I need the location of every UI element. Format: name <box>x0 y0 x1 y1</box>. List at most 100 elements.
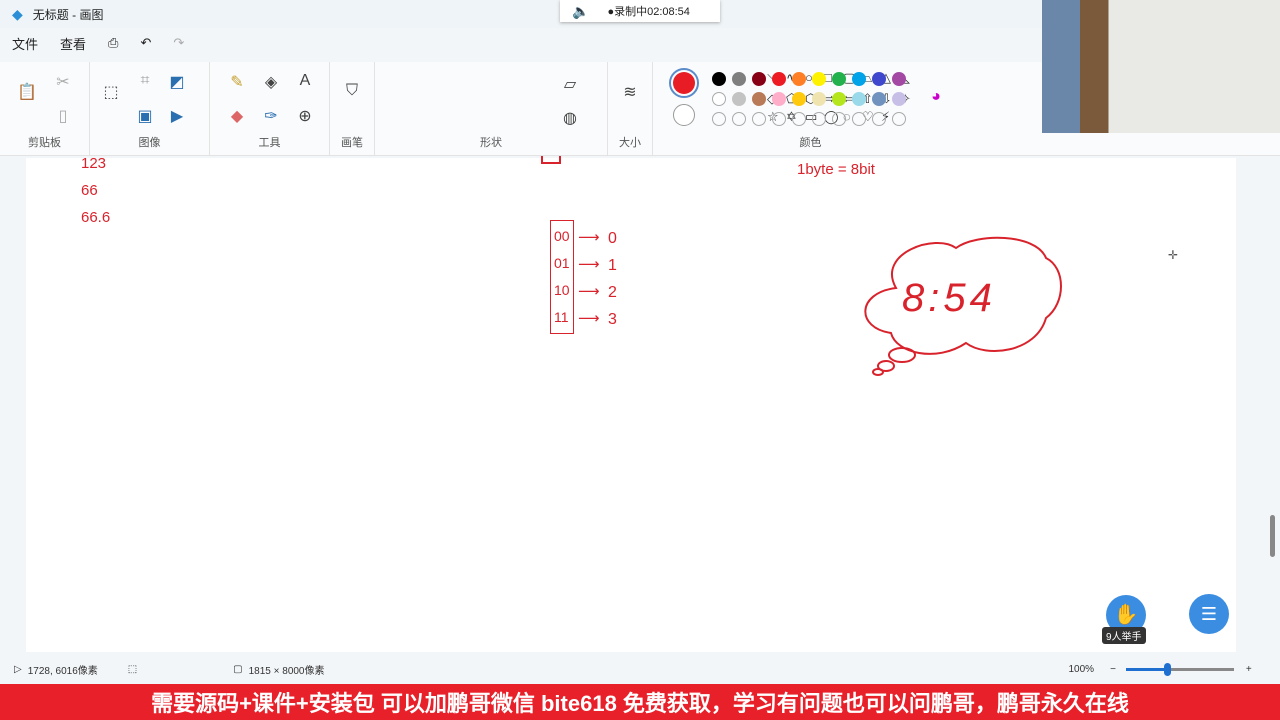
outline-icon[interactable]: ▱ <box>559 74 581 94</box>
color-swatch[interactable] <box>772 112 786 126</box>
undo-icon[interactable]: ↶ <box>140 35 151 51</box>
arrow-icon: ⟶ <box>578 283 600 300</box>
color-swatch[interactable] <box>772 72 786 86</box>
zoom-in-button[interactable]: + <box>1246 664 1252 675</box>
color-swatch[interactable] <box>772 92 786 106</box>
brush-label: 画笔 <box>341 137 363 149</box>
color-swatch[interactable] <box>792 92 806 106</box>
save-icon[interactable]: ⎙ <box>108 35 118 51</box>
decimal-value: 2 <box>608 284 617 301</box>
primary-color[interactable] <box>669 68 699 98</box>
colors-label: 颜色 <box>799 137 822 149</box>
webcam-overlay <box>1042 0 1280 133</box>
zoom-slider[interactable] <box>1125 662 1234 676</box>
canvas-size-icon: ▢ <box>233 663 243 675</box>
color-picker-icon[interactable]: ✑ <box>260 106 282 126</box>
canvas-text: 123 <box>81 155 107 172</box>
color-swatch[interactable] <box>852 72 866 86</box>
color-swatch[interactable] <box>752 72 766 86</box>
color-swatch[interactable] <box>812 92 826 106</box>
binary-value: 10 <box>554 282 570 298</box>
color-swatch[interactable] <box>732 112 746 126</box>
color-swatch[interactable] <box>812 72 826 86</box>
color-swatch[interactable] <box>872 92 886 106</box>
canvas-shape <box>541 156 561 164</box>
promo-banner: 需要源码+课件+安装包 可以加鹏哥微信 bite618 免费获取，学习有问题也可… <box>0 684 1280 720</box>
copy-icon[interactable]: ▯ <box>52 106 74 126</box>
menu-file[interactable]: 文件 <box>12 34 38 53</box>
vertical-scrollbar[interactable] <box>1270 515 1275 557</box>
color-swatch[interactable] <box>752 112 766 126</box>
magnifier-icon[interactable]: ⊕ <box>294 106 316 126</box>
speaker-muted-icon[interactable]: 🔈 <box>572 3 589 20</box>
color-swatch[interactable] <box>872 72 886 86</box>
color-swatch[interactable] <box>852 92 866 106</box>
color-swatch[interactable] <box>752 92 766 106</box>
color-swatch[interactable] <box>712 92 726 106</box>
brush-group: ⛉ 画笔 <box>330 62 375 156</box>
canvas-text: 1byte = 8bit <box>797 161 875 178</box>
status-bar: ▷ 1728, 6016像素 ⬚ ▢ 1815 × 8000像素 100% − … <box>0 655 1280 683</box>
fill-shape-icon[interactable]: ◍ <box>559 108 581 128</box>
cut-icon[interactable]: ✂ <box>52 72 74 92</box>
tools-group: ✎ ◈ A ◆ ✑ ⊕ 工具 <box>210 62 330 156</box>
fill-icon[interactable]: ◈ <box>260 72 282 92</box>
color-swatch[interactable] <box>712 72 726 86</box>
eraser-icon[interactable]: ◆ <box>226 106 248 126</box>
clipboard-group: 📋 ✂ ▯ 剪贴板 <box>0 62 90 156</box>
recording-indicator: 🔈 ●录制中02:08:54 <box>560 0 720 22</box>
resize-icon[interactable]: ▣ <box>134 106 156 126</box>
color-palette <box>712 72 912 126</box>
menu-bar: 文件 查看 ⎙ ↶ ↷ <box>0 30 184 56</box>
size-label: 大小 <box>619 137 641 149</box>
cloud-text: 8:54 <box>902 276 996 320</box>
canvas-size: 1815 × 8000像素 <box>248 665 325 677</box>
drawing-canvas[interactable]: 123 66 66.6 1byte = 8bit 00 ⟶ 0 01 ⟶ 1 10 ⟶ 2 11 ⟶… <box>26 155 1236 652</box>
edit-colors-icon[interactable]: ◕ <box>925 88 947 106</box>
color-swatch[interactable] <box>832 112 846 126</box>
raise-hand-count: 9人举手 <box>1102 627 1146 644</box>
color-swatch[interactable] <box>892 72 906 86</box>
color-swatch[interactable] <box>872 112 886 126</box>
color-swatch[interactable] <box>892 112 906 126</box>
shapes-group: ＼∿○□▢⏢△◺◇⬠⬡⇨⇦⇧⇩✧☆✡▭◯◌♡⚡ ▱ ◍ 形状 <box>375 62 911 156</box>
canvas-text: 66 <box>81 182 98 199</box>
shapes-label: 形状 <box>480 137 502 149</box>
color-swatch[interactable] <box>732 72 746 86</box>
secondary-color[interactable] <box>673 104 695 126</box>
color-swatch[interactable] <box>732 92 746 106</box>
color-swatch[interactable] <box>832 92 846 106</box>
binary-value: 00 <box>554 228 570 244</box>
image-label: 图像 <box>138 137 161 149</box>
rotate-icon[interactable]: ◩ <box>166 72 188 92</box>
crop-icon[interactable]: ⌗ <box>134 72 156 90</box>
select-icon[interactable]: ⬚ <box>100 82 122 102</box>
text-icon[interactable]: A <box>294 72 316 90</box>
color-swatch[interactable] <box>792 72 806 86</box>
cursor-position: 1728, 6016像素 <box>27 665 98 677</box>
arrow-icon: ⟶ <box>578 229 600 246</box>
paint-app-icon: ◆ <box>12 5 23 22</box>
pencil-icon[interactable]: ✎ <box>226 72 248 92</box>
color-swatch[interactable] <box>792 112 806 126</box>
color-swatch[interactable] <box>712 112 726 126</box>
zoom-out-button[interactable]: − <box>1110 664 1116 675</box>
crosshair-cursor-icon: ✛ <box>1168 248 1179 262</box>
arrow-icon: ⟶ <box>578 256 600 273</box>
color-swatch[interactable] <box>812 112 826 126</box>
size-icon[interactable]: ≋ <box>619 82 641 102</box>
brush-icon[interactable]: ⛉ <box>341 82 363 100</box>
selection-icon: ⬚ <box>127 663 138 675</box>
paste-icon[interactable]: 📋 <box>16 82 38 102</box>
zoom-level: 100% <box>1068 663 1095 675</box>
chat-button[interactable]: ☰ <box>1189 594 1229 634</box>
color-swatch[interactable] <box>852 112 866 126</box>
menu-view[interactable]: 查看 <box>60 34 86 53</box>
color-swatch[interactable] <box>832 72 846 86</box>
tools-label: 工具 <box>258 137 281 149</box>
color-swatch[interactable] <box>892 92 906 106</box>
canvas-text: 66.6 <box>81 209 111 226</box>
recording-time: ●录制中02:08:54 <box>607 6 690 18</box>
flip-icon[interactable]: ▶ <box>166 106 188 126</box>
redo-icon[interactable]: ↷ <box>173 35 184 51</box>
